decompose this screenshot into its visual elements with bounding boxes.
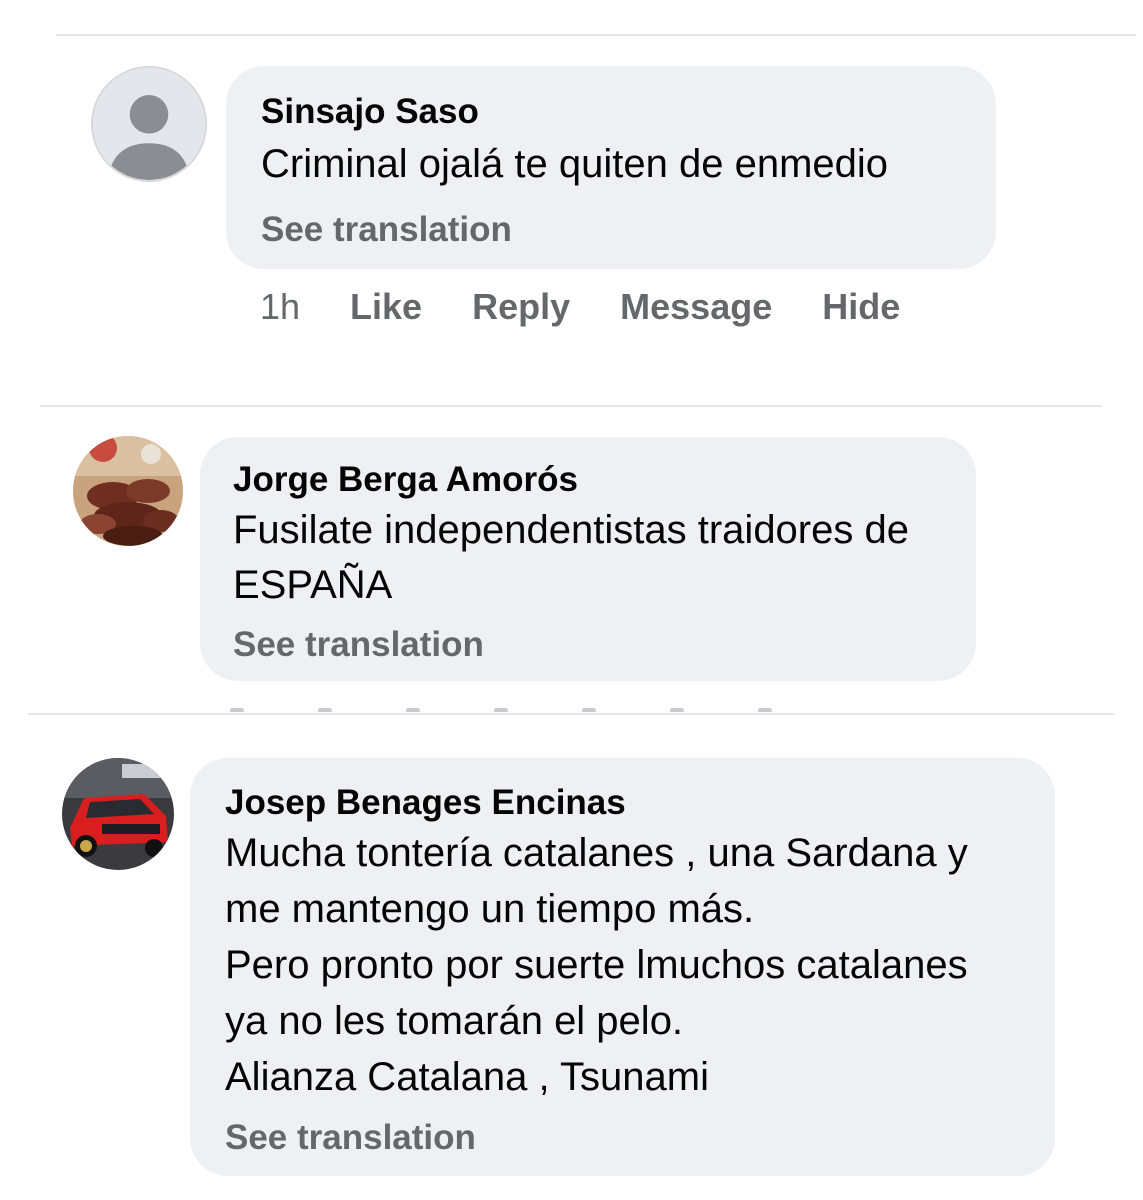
photo-avatar xyxy=(73,436,183,546)
default-avatar-icon xyxy=(93,68,205,180)
see-translation-link[interactable]: See translation xyxy=(261,210,512,250)
hide-button[interactable]: Hide xyxy=(822,286,900,328)
divider xyxy=(28,713,1114,715)
comment-text-line: Mucha tontería catalanes , una Sardana y xyxy=(225,831,968,875)
divider xyxy=(40,405,1102,407)
divider xyxy=(56,34,1136,36)
comment-text: Criminal ojalá te quiten de enmedio xyxy=(261,142,889,186)
message-button[interactable]: Message xyxy=(620,286,772,328)
comment-actions: 1h Like Reply Message Hide xyxy=(260,286,950,328)
comment-author[interactable]: Jorge Berga Amorós xyxy=(233,460,578,500)
comment-text-line: ESPAÑA xyxy=(233,563,393,607)
comment-text-line: me mantengo un tiempo más. xyxy=(225,887,755,931)
comment-timestamp[interactable]: 1h xyxy=(260,286,300,328)
like-button[interactable]: Like xyxy=(350,286,422,328)
comment-text-line: ya no les tomarán el pelo. xyxy=(225,999,684,1043)
comment-text-line: Alianza Catalana , Tsunami xyxy=(225,1055,709,1099)
see-translation-link[interactable]: See translation xyxy=(225,1118,476,1158)
avatar[interactable] xyxy=(91,66,207,182)
clipped-actions-row xyxy=(230,700,870,712)
avatar[interactable] xyxy=(62,758,174,870)
comment-author[interactable]: Sinsajo Saso xyxy=(261,92,479,132)
red-car-photo-avatar xyxy=(62,758,174,870)
reply-button[interactable]: Reply xyxy=(472,286,570,328)
comment-text-line: Pero pronto por suerte lmuchos catalanes xyxy=(225,943,968,987)
comment-author[interactable]: Josep Benages Encinas xyxy=(225,783,626,823)
see-translation-link[interactable]: See translation xyxy=(233,625,484,665)
comment-text-line: Fusilate independentistas traidores de xyxy=(233,508,909,552)
avatar[interactable] xyxy=(73,436,183,546)
